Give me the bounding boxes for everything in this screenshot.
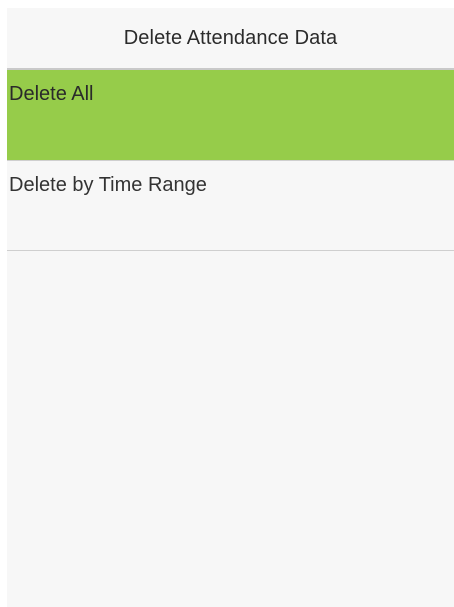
page-title: Delete Attendance Data bbox=[123, 26, 338, 49]
menu-item-label: Delete by Time Range bbox=[9, 174, 207, 196]
menu-item-label: Delete All bbox=[9, 83, 94, 105]
menu-item-delete-by-time-range[interactable]: Delete by Time Range bbox=[7, 161, 454, 251]
options-menu: Delete All Delete by Time Range bbox=[7, 70, 454, 251]
device-screen: Delete Attendance Data Delete All Delete… bbox=[7, 8, 454, 607]
menu-item-delete-all[interactable]: Delete All bbox=[7, 70, 454, 161]
screen-header: Delete Attendance Data bbox=[7, 8, 454, 70]
